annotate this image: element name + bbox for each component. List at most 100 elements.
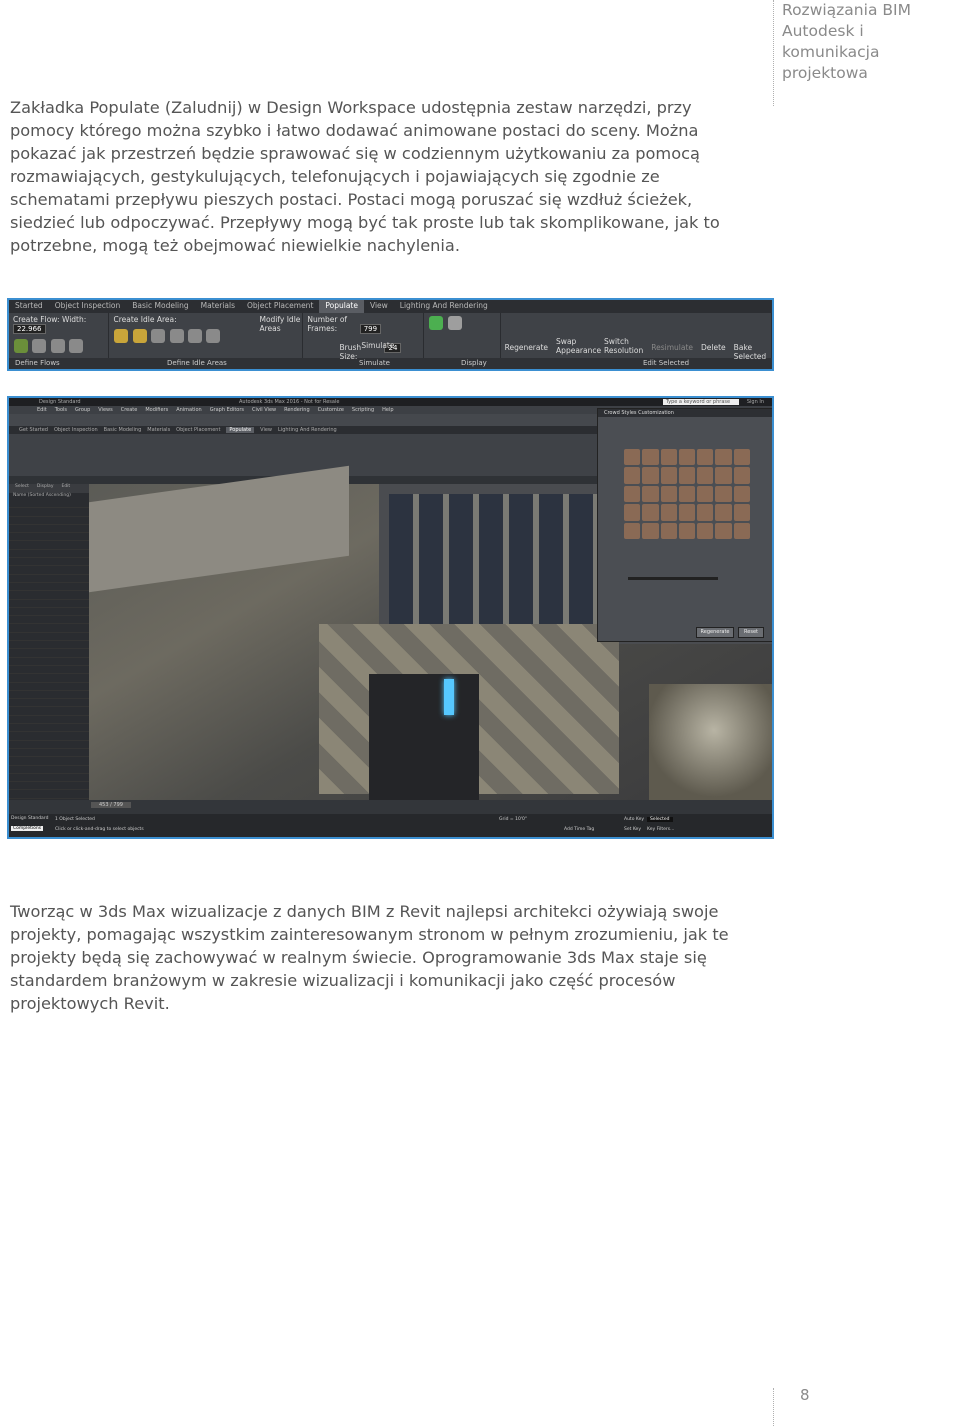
menu-item[interactable]: Graph Editors: [210, 407, 244, 413]
ribbon-tab[interactable]: View: [260, 427, 272, 433]
width-field[interactable]: 22.966: [13, 324, 46, 334]
flow-icon[interactable]: [69, 339, 84, 353]
list-item[interactable]: [9, 649, 89, 658]
sign-in-link[interactable]: Sign In: [739, 399, 772, 405]
face-thumbnail[interactable]: [697, 504, 714, 521]
search-input[interactable]: Type a keyword or phrase: [662, 399, 739, 405]
face-thumbnail[interactable]: [678, 449, 696, 466]
list-item[interactable]: [9, 707, 89, 716]
timeline[interactable]: 453 / 799: [9, 800, 772, 814]
list-item[interactable]: [9, 508, 89, 517]
list-item[interactable]: [9, 583, 89, 592]
face-thumbnail[interactable]: [624, 522, 641, 539]
face-thumbnail[interactable]: [660, 485, 677, 503]
face-thumbnail[interactable]: [715, 485, 732, 503]
list-item[interactable]: [9, 608, 89, 617]
face-thumbnail[interactable]: [642, 467, 659, 484]
set-key-button[interactable]: Set Key: [624, 827, 641, 832]
bake-selected-button[interactable]: Bake Selected: [734, 315, 767, 361]
menu-item[interactable]: Scripting: [352, 407, 374, 413]
face-thumbnail[interactable]: [697, 449, 714, 466]
key-filters-button[interactable]: Key Filters...: [647, 827, 674, 832]
switch-resolution-button[interactable]: Switch Resolution: [604, 315, 643, 356]
list-item[interactable]: [9, 616, 89, 625]
menu-item[interactable]: Animation: [176, 407, 202, 413]
list-item[interactable]: [9, 691, 89, 700]
ribbon-tab[interactable]: Basic Modeling: [104, 427, 142, 433]
flow-icon[interactable]: [32, 339, 47, 353]
ribbon-tab[interactable]: Materials: [147, 427, 170, 433]
explorer-tab[interactable]: Select: [15, 484, 29, 493]
list-item[interactable]: [9, 558, 89, 567]
list-item[interactable]: [9, 757, 89, 766]
face-thumbnail[interactable]: [660, 504, 677, 521]
list-item[interactable]: [9, 749, 89, 758]
appearance-slider[interactable]: [628, 577, 718, 580]
list-item[interactable]: [9, 666, 89, 675]
menu-item[interactable]: Rendering: [284, 407, 310, 413]
menu-item[interactable]: Civil View: [252, 407, 276, 413]
flow-icon[interactable]: [14, 339, 28, 353]
idle-area-icon[interactable]: [151, 329, 166, 343]
face-thumbnail[interactable]: [733, 449, 750, 466]
face-thumbnail[interactable]: [624, 504, 641, 521]
menu-item[interactable]: Edit: [37, 407, 47, 413]
face-thumbnail[interactable]: [715, 504, 732, 521]
add-time-tag-button[interactable]: Add Time Tag: [564, 827, 594, 832]
idle-area-icon[interactable]: [114, 329, 129, 343]
ribbon-tab[interactable]: Object Inspection: [49, 300, 127, 313]
face-thumbnail[interactable]: [624, 485, 641, 503]
menu-item[interactable]: Help: [382, 407, 393, 413]
ribbon-tab[interactable]: Materials: [195, 300, 241, 313]
list-item[interactable]: [9, 624, 89, 633]
face-thumbnail[interactable]: [642, 504, 659, 521]
regenerate-button[interactable]: Regenerate: [505, 315, 548, 356]
face-thumbnail[interactable]: [733, 467, 750, 484]
face-thumbnail[interactable]: [697, 485, 714, 503]
menu-item[interactable]: Views: [98, 407, 112, 413]
list-item[interactable]: [9, 566, 89, 575]
face-thumbnail[interactable]: [697, 522, 714, 539]
list-item[interactable]: [9, 741, 89, 749]
regenerate-dialog-button[interactable]: Regenerate: [696, 627, 734, 638]
face-thumbnail[interactable]: [624, 467, 641, 484]
ribbon-tab[interactable]: View: [364, 300, 394, 313]
face-thumbnail[interactable]: [660, 467, 677, 484]
list-item[interactable]: [9, 724, 89, 733]
face-thumbnail[interactable]: [678, 485, 696, 503]
person-icon[interactable]: [447, 316, 462, 330]
ribbon-tab-populate[interactable]: Populate: [226, 427, 255, 433]
list-item[interactable]: [9, 716, 89, 725]
face-thumbnail[interactable]: [642, 485, 659, 503]
ribbon-tab[interactable]: Object Placement: [176, 427, 220, 433]
face-thumbnail[interactable]: [715, 467, 732, 484]
list-item[interactable]: [9, 641, 89, 650]
ribbon-tab[interactable]: Lighting And Rendering: [278, 427, 337, 433]
list-item[interactable]: [9, 658, 89, 666]
list-item[interactable]: [9, 790, 89, 799]
idle-area-icon[interactable]: [206, 329, 221, 343]
selected-dropdown[interactable]: Selected: [647, 817, 673, 822]
reset-dialog-button[interactable]: Reset: [738, 627, 764, 638]
face-thumbnail[interactable]: [660, 449, 677, 466]
list-item[interactable]: [9, 533, 89, 542]
face-thumbnail[interactable]: [642, 449, 659, 466]
menu-item[interactable]: Group: [75, 407, 90, 413]
face-thumbnail[interactable]: [624, 449, 641, 466]
list-item[interactable]: [9, 500, 89, 509]
list-item[interactable]: [9, 575, 89, 583]
frame-counter[interactable]: 453 / 799: [91, 802, 131, 808]
menu-item[interactable]: Modifiers: [145, 407, 168, 413]
face-thumbnail[interactable]: [678, 504, 696, 521]
idle-area-icon[interactable]: [188, 329, 203, 343]
face-thumbnail[interactable]: [733, 504, 750, 521]
resimulate-button[interactable]: Resimulate: [651, 315, 693, 356]
ribbon-tab-populate[interactable]: Populate: [319, 300, 364, 313]
face-thumbnail[interactable]: [715, 522, 732, 539]
explorer-tab[interactable]: Edit: [61, 484, 70, 493]
ribbon-tab[interactable]: Basic Modeling: [126, 300, 194, 313]
list-item[interactable]: [9, 683, 89, 691]
list-item[interactable]: [9, 766, 89, 774]
face-thumbnail[interactable]: [678, 467, 696, 484]
list-item[interactable]: [9, 517, 89, 525]
